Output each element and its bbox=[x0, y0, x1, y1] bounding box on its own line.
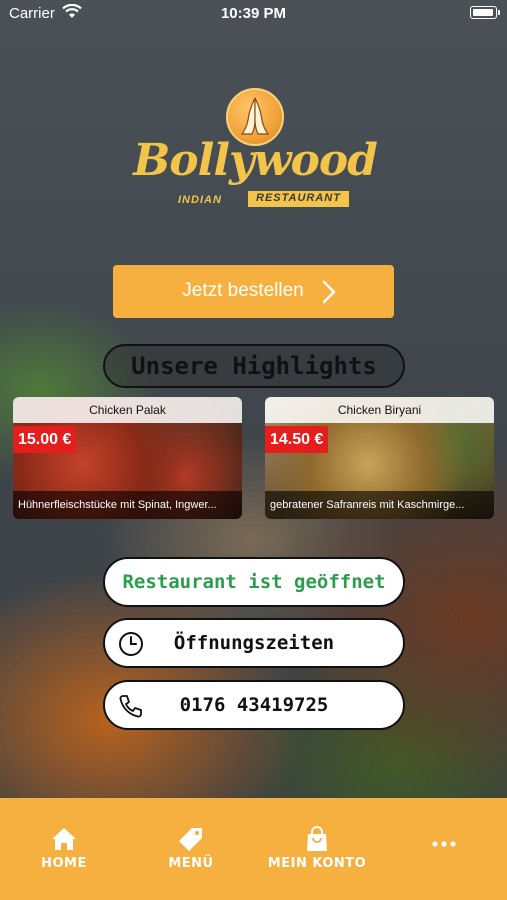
status-time: 10:39 PM bbox=[220, 5, 287, 22]
tab-my-account[interactable]: MEIN KONTO bbox=[262, 798, 372, 900]
card-description: Hühnerfleischstücke mit Spinat, Ingwer..… bbox=[13, 491, 242, 519]
highlights-heading: Unsere Highlights bbox=[103, 344, 405, 388]
opening-hours-button[interactable]: Öffnungszeiten bbox=[103, 618, 405, 668]
bottom-tab-bar: HOME MENÜ MEIN KONTO bbox=[0, 798, 507, 900]
tab-my-account-label: MEIN KONTO bbox=[267, 856, 367, 871]
tab-home[interactable]: HOME bbox=[9, 798, 119, 900]
restaurant-open-status: Restaurant ist geöffnet bbox=[103, 557, 405, 607]
tab-menu-label: MENÜ bbox=[168, 856, 214, 871]
battery-icon bbox=[470, 6, 500, 19]
tag-icon bbox=[179, 828, 202, 851]
card-title: Chicken Biryani bbox=[265, 397, 494, 423]
logo-subtitle-restaurant: RESTAURANT bbox=[248, 191, 349, 207]
logo-subtitle-indian: INDIAN bbox=[178, 194, 222, 206]
logo-title: Bollywood bbox=[133, 135, 378, 186]
highlight-card-chicken-biryani[interactable]: Chicken Biryani 14.50 € gebratener Safra… bbox=[265, 397, 494, 519]
order-now-button[interactable]: Jetzt bestellen bbox=[113, 265, 394, 318]
phone-number: 0176 43419725 bbox=[179, 694, 329, 716]
tab-menu[interactable]: MENÜ bbox=[136, 798, 246, 900]
opening-hours-label: Öffnungszeiten bbox=[173, 632, 335, 654]
phone-call-button[interactable]: 0176 43419725 bbox=[103, 680, 405, 730]
more-dots-icon bbox=[432, 841, 456, 847]
price-badge: 14.50 € bbox=[265, 426, 329, 453]
highlight-card-chicken-palak[interactable]: Chicken Palak 15.00 € Hühnerfleischstück… bbox=[13, 397, 242, 519]
shopping-bag-icon bbox=[307, 826, 327, 851]
chevron-right-icon bbox=[322, 280, 336, 304]
tab-home-label: HOME bbox=[41, 856, 87, 871]
price-badge: 15.00 € bbox=[13, 426, 77, 453]
card-title: Chicken Palak bbox=[13, 397, 242, 423]
tab-more[interactable] bbox=[389, 798, 499, 900]
restaurant-logo: Bollywood INDIAN RESTAURANT bbox=[130, 85, 380, 215]
home-icon bbox=[52, 828, 76, 850]
card-description: gebratener Safranreis mit Kaschmirge... bbox=[265, 491, 494, 519]
status-bar: Carrier 10:39 PM bbox=[0, 0, 507, 28]
